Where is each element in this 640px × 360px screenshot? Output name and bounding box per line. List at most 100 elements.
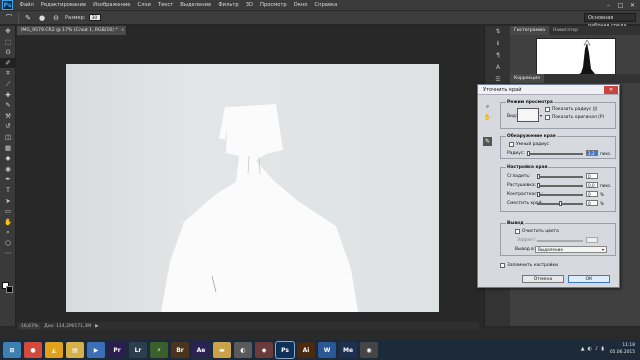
taskbar-start-icon[interactable]: ⊞	[3, 342, 21, 358]
taskbar-winamp-icon[interactable]: ⚡	[150, 342, 168, 358]
taskbar-browser-arrow-icon[interactable]: ◭	[45, 342, 63, 358]
taskbar-photoshop-icon[interactable]: Ps	[275, 341, 295, 359]
lasso-tool-icon[interactable]: ʘ	[0, 47, 16, 58]
volume-icon[interactable]: ♪	[595, 346, 598, 352]
tray-expand-icon[interactable]: ▲	[581, 346, 585, 352]
dialog-close-button[interactable]: ✕	[604, 86, 618, 94]
shape-tool-icon[interactable]: ▭	[0, 206, 16, 217]
tab-histogram[interactable]: Гистограмма	[510, 26, 550, 35]
healing-tool-icon[interactable]: ✚	[0, 90, 16, 101]
feather-slider-thumb[interactable]	[537, 183, 540, 188]
smooth-slider[interactable]	[537, 176, 583, 178]
gradient-tool-icon[interactable]: ▦	[0, 143, 16, 154]
smooth-slider-thumb[interactable]	[537, 174, 540, 179]
maximize-button[interactable]: □	[615, 1, 626, 9]
info-panel-icon[interactable]: ℹ	[485, 38, 511, 50]
taskbar-camera-app-icon[interactable]: ◉	[360, 342, 378, 358]
move-tool-icon[interactable]: ✥	[0, 26, 16, 37]
paragraph-panel-icon[interactable]: ¶	[485, 50, 511, 62]
marquee-tool-icon[interactable]: ⬚	[0, 37, 16, 48]
network-icon[interactable]: ◐	[588, 346, 592, 352]
menu-edit[interactable]: Редактирование	[37, 2, 89, 8]
dodge-tool-icon[interactable]: ◉	[0, 164, 16, 175]
refine-brush-icon[interactable]: ⌒	[4, 13, 14, 23]
zoom-level[interactable]: 16,67%	[19, 323, 41, 329]
taskbar-tool-app-icon[interactable]: ◆	[255, 342, 273, 358]
document-tab[interactable]: IMG_9579.CR2 @ 17% (Слой 1, RGB/16) * ×	[17, 26, 127, 35]
smart-radius-checkbox[interactable]	[509, 142, 514, 147]
taskbar-lightroom-icon[interactable]: Lr	[129, 342, 147, 358]
history-panel-icon[interactable]: ⇅	[485, 26, 511, 38]
taskbar-explorer-icon[interactable]: ▤	[66, 342, 84, 358]
language-icon[interactable]: ▮	[601, 346, 604, 352]
taskbar-illustrator-icon[interactable]: Ai	[297, 342, 315, 358]
close-window-button[interactable]: ✕	[627, 1, 638, 9]
cancel-button[interactable]: Отмена	[522, 275, 564, 283]
3d-tool-icon[interactable]: ⬡	[0, 238, 16, 249]
remember-settings-checkbox[interactable]	[500, 263, 505, 268]
show-original-checkbox[interactable]	[545, 115, 550, 120]
size-field[interactable]: 30	[89, 14, 102, 21]
pen-tool-icon[interactable]: ✒	[0, 174, 16, 185]
taskbar-word-icon[interactable]: W	[318, 342, 336, 358]
menu-type[interactable]: Текст	[154, 2, 176, 8]
radius-field[interactable]: 2,2	[586, 150, 598, 156]
taskbar-after-effects-icon[interactable]: Ae	[192, 342, 210, 358]
decontaminate-checkbox[interactable]	[515, 229, 520, 234]
brush-picker-icon[interactable]: ●	[37, 13, 47, 23]
clock[interactable]: 11:18 05.06.2015	[610, 342, 635, 356]
taskbar-chrome-icon[interactable]: ●	[24, 342, 42, 358]
shift-edge-field[interactable]: 0	[586, 200, 598, 206]
contrast-slider[interactable]	[537, 194, 583, 196]
show-radius-checkbox[interactable]	[545, 107, 550, 112]
quick-selection-tool-icon[interactable]: ✐	[0, 57, 16, 69]
brush-tool-icon[interactable]: ✎	[0, 100, 16, 111]
zoom-tool-icon[interactable]: ⌕	[0, 227, 16, 238]
menu-select[interactable]: Выделение	[177, 2, 215, 8]
feather-slider[interactable]	[537, 185, 583, 187]
crop-tool-icon[interactable]: ⌗	[0, 68, 16, 79]
minimize-button[interactable]: –	[603, 1, 614, 9]
ok-button[interactable]: ОК	[568, 275, 610, 283]
document-canvas[interactable]	[66, 64, 439, 312]
brush-preset-icon[interactable]: ✎	[23, 13, 33, 23]
menu-help[interactable]: Справка	[311, 2, 341, 8]
path-selection-tool-icon[interactable]: ➤	[0, 196, 16, 207]
feather-field[interactable]: 0,0	[586, 182, 598, 188]
hand-tool-icon[interactable]: ✋	[483, 113, 492, 122]
output-to-select[interactable]: Выделение ▾	[535, 246, 607, 253]
type-tool-icon[interactable]: T	[0, 185, 16, 196]
radius-slider-thumb[interactable]	[527, 151, 530, 156]
menu-window[interactable]: Окно	[290, 2, 311, 8]
zoom-tool-icon[interactable]: ⌕	[483, 102, 492, 111]
contrast-field[interactable]: 0	[586, 191, 598, 197]
menu-3d[interactable]: 3D	[242, 2, 256, 8]
shift-edge-slider-thumb[interactable]	[559, 201, 562, 206]
taskbar-bridge-icon[interactable]: Br	[171, 342, 189, 358]
erase-refinement-icon[interactable]: ⊖	[51, 13, 61, 23]
taskbar-media-encoder-icon[interactable]: Me	[339, 342, 357, 358]
menu-filter[interactable]: Фильтр	[215, 2, 243, 8]
menu-file[interactable]: Файл	[16, 2, 37, 8]
taskbar-premiere-icon[interactable]: Pr	[108, 342, 126, 358]
radius-slider[interactable]	[527, 153, 583, 155]
taskbar-media-player-icon[interactable]: ▶	[87, 342, 105, 358]
background-color-swatch[interactable]	[6, 286, 13, 293]
taskbar-media-app-icon[interactable]: ◐	[234, 342, 252, 358]
workspace-select[interactable]: Основная рабочая среда	[584, 13, 636, 29]
contrast-slider-thumb[interactable]	[537, 192, 540, 197]
view-dropdown-arrow-icon[interactable]: ▾	[540, 113, 542, 118]
tab-corrections[interactable]: Коррекция	[510, 74, 544, 83]
hand-tool-icon[interactable]: ✋	[0, 217, 16, 228]
taskbar-folder-icon[interactable]: ▬	[213, 342, 231, 358]
tab-navigator[interactable]: Навигатор	[549, 26, 582, 35]
history-brush-tool-icon[interactable]: ↺	[0, 121, 16, 132]
amount-field[interactable]	[586, 237, 598, 243]
blur-tool-icon[interactable]: ◆	[0, 153, 16, 164]
refine-radius-tool-icon[interactable]: ✎	[483, 137, 492, 146]
menu-view[interactable]: Просмотр	[257, 2, 291, 8]
view-mode-preview[interactable]	[517, 108, 539, 122]
menu-layers[interactable]: Слои	[134, 2, 154, 8]
extra-tool-icon[interactable]: ⋯	[0, 248, 16, 259]
eyedropper-tool-icon[interactable]: ⟋	[0, 79, 16, 90]
